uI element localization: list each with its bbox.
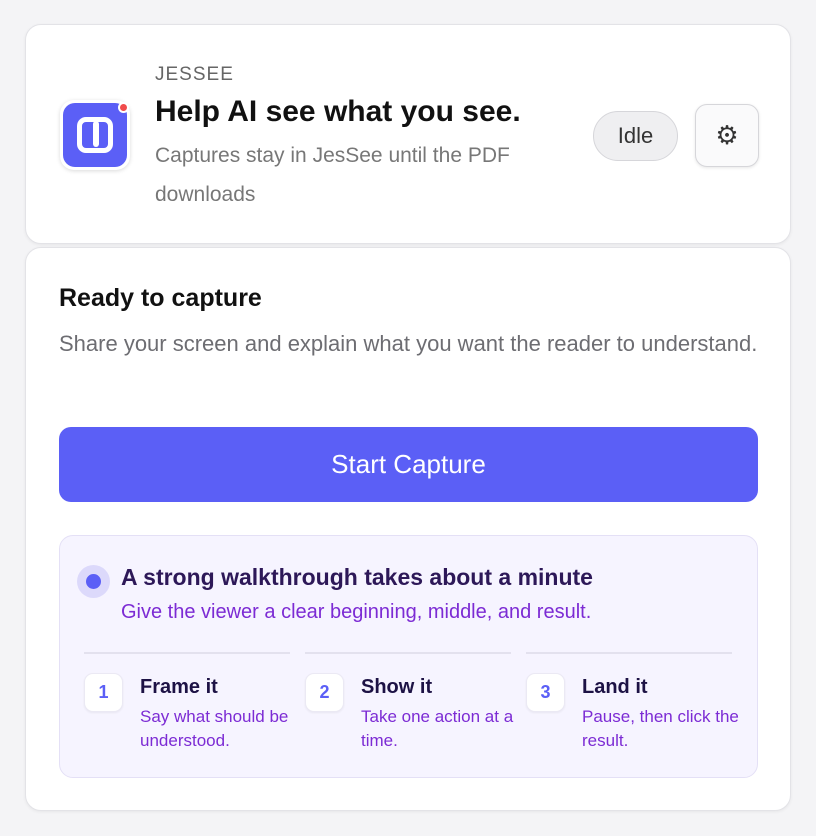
settings-button[interactable]: ⚙ bbox=[695, 104, 759, 167]
step-title: Land it bbox=[582, 676, 648, 698]
header-card: JESSEE Help AI see what you see. Capture… bbox=[25, 24, 791, 244]
walkthrough-tip: A strong walkthrough takes about a minut… bbox=[59, 535, 758, 778]
step-number-badge: 3 bbox=[526, 673, 565, 712]
step-frame-it: 1 Frame it Say what should be understood… bbox=[84, 652, 290, 762]
status-badge: Idle bbox=[593, 111, 678, 161]
tagline: Captures stay in JesSee until the PDF do… bbox=[155, 144, 510, 206]
step-description: Take one action at a time. bbox=[361, 707, 514, 750]
step-number-badge: 2 bbox=[305, 673, 344, 712]
step-land-it: 3 Land it Pause, then click the result. bbox=[526, 652, 739, 762]
section-title: Ready to capture bbox=[59, 284, 262, 312]
step-title: Frame it bbox=[140, 676, 218, 698]
step-title: Show it bbox=[361, 676, 433, 698]
step-number-badge: 1 bbox=[84, 673, 123, 712]
brand-name: JESSEE bbox=[155, 64, 234, 85]
step-description: Say what should be understood. bbox=[140, 707, 289, 750]
notification-dot-icon bbox=[118, 102, 129, 113]
step-description: Pause, then click the result. bbox=[582, 707, 739, 750]
tip-subtitle: Give the viewer a clear beginning, middl… bbox=[121, 601, 592, 623]
page-title: Help AI see what you see. bbox=[155, 95, 521, 128]
section-description: Share your screen and explain what you w… bbox=[59, 331, 758, 356]
capture-card: Ready to capture Share your screen and e… bbox=[25, 247, 791, 811]
gear-icon: ⚙ bbox=[715, 120, 739, 150]
start-capture-button[interactable]: Start Capture bbox=[59, 427, 758, 502]
step-show-it: 2 Show it Take one action at a time. bbox=[305, 652, 513, 762]
tip-title: A strong walkthrough takes about a minut… bbox=[121, 564, 593, 590]
app-logo-icon bbox=[60, 100, 130, 170]
tip-bullet-icon bbox=[77, 565, 110, 598]
